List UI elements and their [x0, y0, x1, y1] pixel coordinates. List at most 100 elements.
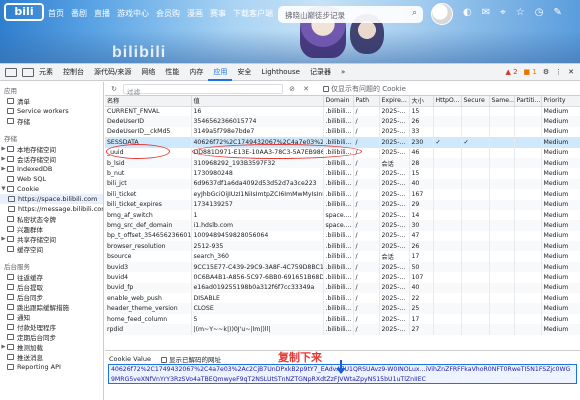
table-row[interactable]: rpdid |(m~Y~~k|))0J'u~|lm|)ll| .bilibili..…: [105, 324, 580, 335]
tab-sources[interactable]: 源代码/来源: [89, 64, 136, 81]
sidebar-item-background-sync[interactable]: 后台同步: [0, 292, 103, 302]
sidebar-item-local-storage[interactable]: ▶ 本地存储空间: [0, 144, 103, 154]
inspect-icon[interactable]: [5, 67, 17, 77]
sidebar-item-web-sql[interactable]: Web SQL: [0, 174, 103, 184]
sidebar-item-reporting-api[interactable]: Reporting API: [0, 362, 103, 372]
error-count[interactable]: ▲ 2: [505, 68, 517, 76]
chevron-right-icon[interactable]: ▶: [0, 166, 7, 172]
column-header[interactable]: Path: [353, 96, 380, 107]
avatar[interactable]: [431, 3, 453, 25]
bilibili-logo[interactable]: bili: [4, 3, 44, 21]
sidebar-item-speculative-loads[interactable]: ▶ 推测加载: [0, 342, 103, 352]
nav-manga[interactable]: 漫画: [187, 8, 203, 19]
column-header[interactable]: Partiti...: [514, 96, 542, 107]
search-input[interactable]: 拂晓山巅徒步记录 ⌕: [278, 6, 423, 23]
sidebar-item-bounce-tracking[interactable]: 跳出跟踪缓解措施: [0, 302, 103, 312]
favorites-icon[interactable]: ☆: [516, 7, 525, 18]
sidebar-item-notifications[interactable]: 通知: [0, 312, 103, 322]
sidebar-item-interest-groups[interactable]: 兴趣群体: [0, 224, 103, 234]
table-row[interactable]: buvid3 9CC15E77-C439-29C9-3A8F-4C759D8BC1…: [105, 261, 580, 273]
decode-url-checkbox[interactable]: 显示已解码的网址: [160, 354, 221, 364]
column-header[interactable]: 名称: [105, 96, 192, 107]
sidebar-item-session-storage[interactable]: ▶ 会话存储空间: [0, 154, 103, 164]
sidebar-item-shared-storage[interactable]: ▶ 共享存储空间: [0, 234, 103, 244]
table-row[interactable]: bili_ticket eyJhbGciOiJIUzI1NiIsImtpZCI6I…: [105, 189, 580, 200]
more-icon[interactable]: ⋮: [555, 68, 562, 76]
tab-console[interactable]: 控制台: [58, 64, 89, 81]
chevron-right-icon[interactable]: ▶: [0, 236, 7, 242]
dynamic-icon[interactable]: ⌖: [500, 7, 506, 18]
refresh-icon[interactable]: ↻: [109, 85, 119, 93]
vip-icon[interactable]: ◐: [463, 7, 472, 18]
device-toolbar-icon[interactable]: [22, 67, 34, 77]
settings-icon[interactable]: ⚙: [543, 68, 549, 76]
tab-lighthouse[interactable]: Lighthouse: [256, 64, 305, 81]
column-header[interactable]: 大小: [409, 96, 434, 107]
sidebar-item-periodic-sync[interactable]: 定期后台同步: [0, 332, 103, 342]
column-header[interactable]: Expire...: [379, 96, 410, 107]
table-row[interactable]: home_feed_column 5 .bilibili.../2025-... 17…: [105, 313, 580, 325]
chevron-right-icon[interactable]: ▶: [0, 156, 7, 162]
sidebar-item-cookies[interactable]: ▼ Cookie: [0, 184, 103, 194]
sidebar-item-bfcache[interactable]: 往返缓存: [0, 272, 103, 282]
sidebar-item-cookie-message[interactable]: https://message.bilibili.com: [0, 204, 103, 214]
message-icon[interactable]: ✉: [482, 7, 490, 18]
nav-esports[interactable]: 赛事: [210, 8, 226, 19]
more-tabs-icon[interactable]: »: [336, 64, 350, 81]
tab-recorder[interactable]: 记录器: [305, 64, 336, 81]
nav-game-center[interactable]: 游戏中心: [117, 8, 149, 19]
tab-security[interactable]: 安全: [232, 64, 256, 81]
search-icon[interactable]: ⌕: [412, 8, 417, 18]
table-row[interactable]: DedeUserID__ckMd5 3149a5f798e7bde7 .bilibi…: [105, 126, 580, 138]
chevron-down-icon[interactable]: ▼: [0, 186, 7, 192]
tab-memory[interactable]: 内存: [184, 64, 208, 81]
table-row[interactable]: bp_t_offset_3546562366015...100948945982…: [105, 230, 580, 242]
table-row[interactable]: bmg_af_switch 1 space..../2025-... 14 Medium: [105, 209, 580, 221]
tab-network[interactable]: 网络: [136, 64, 160, 81]
sidebar-item-private-tokens[interactable]: 私密状态令牌: [0, 214, 103, 224]
only-issues-checkbox[interactable]: 仅显示有问题的 Cookie: [323, 84, 406, 94]
sidebar-item-payment-handler[interactable]: 付款处理程序: [0, 322, 103, 332]
column-header[interactable]: HttpO...: [433, 96, 462, 107]
creator-icon[interactable]: ✎: [553, 7, 561, 18]
table-row[interactable]: bili_jct 6d9637df1a6da4092d53d52d7a3ce223…: [105, 178, 580, 190]
table-row[interactable]: enable_web_push DISABLE .bilibili.../2025-…: [105, 293, 580, 304]
table-row[interactable]: bmg_src_def_domain i1.hdslb.com space.... /…: [105, 220, 580, 231]
nav-mall[interactable]: 会员购: [156, 8, 180, 19]
history-icon[interactable]: ◷: [535, 7, 544, 18]
table-row[interactable]: bili_ticket_expires 1734139257 .bilibili..…: [105, 199, 580, 210]
tab-application[interactable]: 应用: [208, 64, 233, 81]
column-header[interactable]: Same...: [489, 96, 515, 107]
sidebar-item-storage[interactable]: 存储: [0, 116, 103, 126]
nav-download[interactable]: 下载客户端: [233, 8, 273, 19]
nav-live[interactable]: 直播: [94, 8, 110, 19]
table-row[interactable]: b_lsid 310968292_193B3597F32 .bilibili... /…: [105, 157, 580, 169]
sidebar-item-background-fetch[interactable]: 后台提取: [0, 282, 103, 292]
sidebar-item-push-messaging[interactable]: 推送消息: [0, 352, 103, 362]
filter-input[interactable]: 过滤: [123, 83, 283, 96]
close-icon[interactable]: ✕: [568, 68, 574, 76]
table-row[interactable]: bsource search_360 .bilibili... / 会话 17 Medium: [105, 251, 580, 262]
tab-performance[interactable]: 性能: [160, 64, 184, 81]
table-row[interactable]: header_theme_version CLOSE .bilibili.../20…: [105, 303, 580, 314]
table-row[interactable]: DedeUserID 3546562366015774 .bilibili.../2…: [105, 116, 580, 127]
table-row[interactable]: CURRENT_FNVAL 16 .bilibili.../2025-... 15 Me…: [105, 106, 580, 117]
chevron-right-icon[interactable]: ▶: [0, 344, 7, 350]
clear-filter-icon[interactable]: ⊘: [287, 85, 297, 93]
warning-count[interactable]: ■ 1: [524, 68, 537, 76]
table-row[interactable]: buvid_fp e16ad019255198b0a312f6f7cc33349a…: [105, 282, 580, 294]
sidebar-item-indexeddb[interactable]: ▶ IndexedDB: [0, 164, 103, 174]
column-header[interactable]: 值: [191, 96, 324, 107]
delete-all-icon[interactable]: ✕: [301, 85, 311, 93]
checkbox-icon[interactable]: [323, 85, 329, 92]
sidebar-item-manifest[interactable]: 清单: [0, 96, 103, 106]
nav-home[interactable]: 首页: [48, 8, 64, 19]
table-row[interactable]: browser_resolution 2512-935 .bilibili.../2…: [105, 241, 580, 252]
sidebar-item-service-workers[interactable]: Service workers: [0, 106, 103, 116]
column-header[interactable]: Priority: [541, 96, 580, 107]
table-row[interactable]: buvid4 0C6BA4B1-A856-5C97-6BB0-691651B68D…: [105, 272, 580, 283]
nav-anime[interactable]: 番剧: [71, 8, 87, 19]
column-header[interactable]: Secure: [461, 96, 490, 107]
checkbox-icon[interactable]: [160, 357, 167, 363]
tab-elements[interactable]: 元素: [34, 64, 58, 81]
